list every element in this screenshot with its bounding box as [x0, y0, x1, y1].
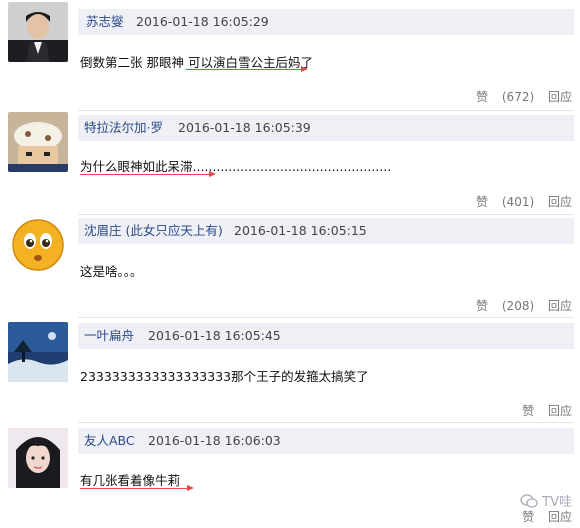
reply-button[interactable]: 回应: [548, 195, 572, 209]
like-count: (401): [501, 195, 535, 209]
like-label: 赞: [476, 195, 489, 209]
reply-button[interactable]: 回应: [548, 510, 572, 524]
comment-timestamp: 2016-01-18 16:05:29: [136, 14, 269, 29]
divider: [78, 422, 574, 423]
divider: [78, 110, 574, 111]
comment-actions: 赞 (208) 回应: [466, 297, 572, 314]
comment-actions: 赞 回应: [522, 402, 572, 419]
username-link[interactable]: 沈眉庄 (此女只应天上有): [84, 218, 223, 244]
like-count: (208): [501, 299, 535, 313]
username-link[interactable]: 苏志燮: [86, 9, 124, 35]
red-underline-annotation: [186, 66, 308, 72]
comment-header: 苏志燮 2016-01-18 16:05:29: [78, 9, 574, 35]
watermark: TV哇: [520, 491, 572, 510]
comment-header: 特拉法尔加·罗 2016-01-18 16:05:39: [78, 115, 574, 141]
comment-timestamp: 2016-01-18 16:05:39: [178, 120, 311, 135]
divider: [78, 214, 574, 215]
comment-text: 有几张看着像牛莉: [80, 473, 181, 488]
user-avatar[interactable]: [8, 322, 68, 382]
divider: [78, 317, 574, 318]
user-avatar[interactable]: [8, 2, 68, 62]
like-button[interactable]: 赞 (672): [466, 90, 534, 104]
comment-text: 这是啥。。。: [80, 264, 143, 279]
username-link[interactable]: 友人ABC: [84, 428, 135, 454]
reply-button[interactable]: 回应: [548, 299, 572, 313]
like-button[interactable]: 赞 (401): [466, 195, 534, 209]
username-link[interactable]: 一叶扁舟: [84, 323, 134, 349]
reply-button[interactable]: 回应: [548, 404, 572, 418]
like-label: 赞: [476, 299, 489, 313]
user-avatar[interactable]: [8, 112, 68, 172]
comment-header: 一叶扁舟 2016-01-18 16:05:45: [78, 323, 574, 349]
comment-actions: 赞 (401) 回应: [466, 193, 572, 210]
like-label: 赞: [476, 90, 489, 104]
like-count: (672): [501, 90, 535, 104]
reply-button[interactable]: 回应: [548, 90, 572, 104]
comment-timestamp: 2016-01-18 16:05:45: [148, 328, 281, 343]
comment-header: 友人ABC 2016-01-18 16:06:03: [78, 428, 574, 454]
comment-header: 沈眉庄 (此女只应天上有) 2016-01-18 16:05:15: [78, 218, 574, 244]
comment-text: 为什么眼神如此呆滞...............................…: [80, 159, 392, 174]
red-underline-annotation: [80, 171, 216, 177]
user-avatar[interactable]: [8, 428, 68, 488]
comment-text: 2333333333333333333那个王子的发箍太搞笑了: [80, 369, 369, 384]
red-underline-annotation: [80, 485, 194, 491]
watermark-text: TV哇: [542, 495, 572, 510]
username-link[interactable]: 特拉法尔加·罗: [84, 115, 163, 141]
like-button[interactable]: 赞: [522, 510, 534, 524]
comment-timestamp: 2016-01-18 16:06:03: [148, 433, 281, 448]
comment-actions: 赞 回应: [522, 508, 572, 525]
user-avatar[interactable]: [8, 214, 68, 274]
comment-timestamp: 2016-01-18 16:05:15: [234, 223, 367, 238]
like-button[interactable]: 赞 (208): [466, 299, 534, 313]
comment-actions: 赞 (672) 回应: [466, 88, 572, 105]
like-button[interactable]: 赞: [522, 404, 534, 418]
wechat-icon: [520, 493, 538, 508]
